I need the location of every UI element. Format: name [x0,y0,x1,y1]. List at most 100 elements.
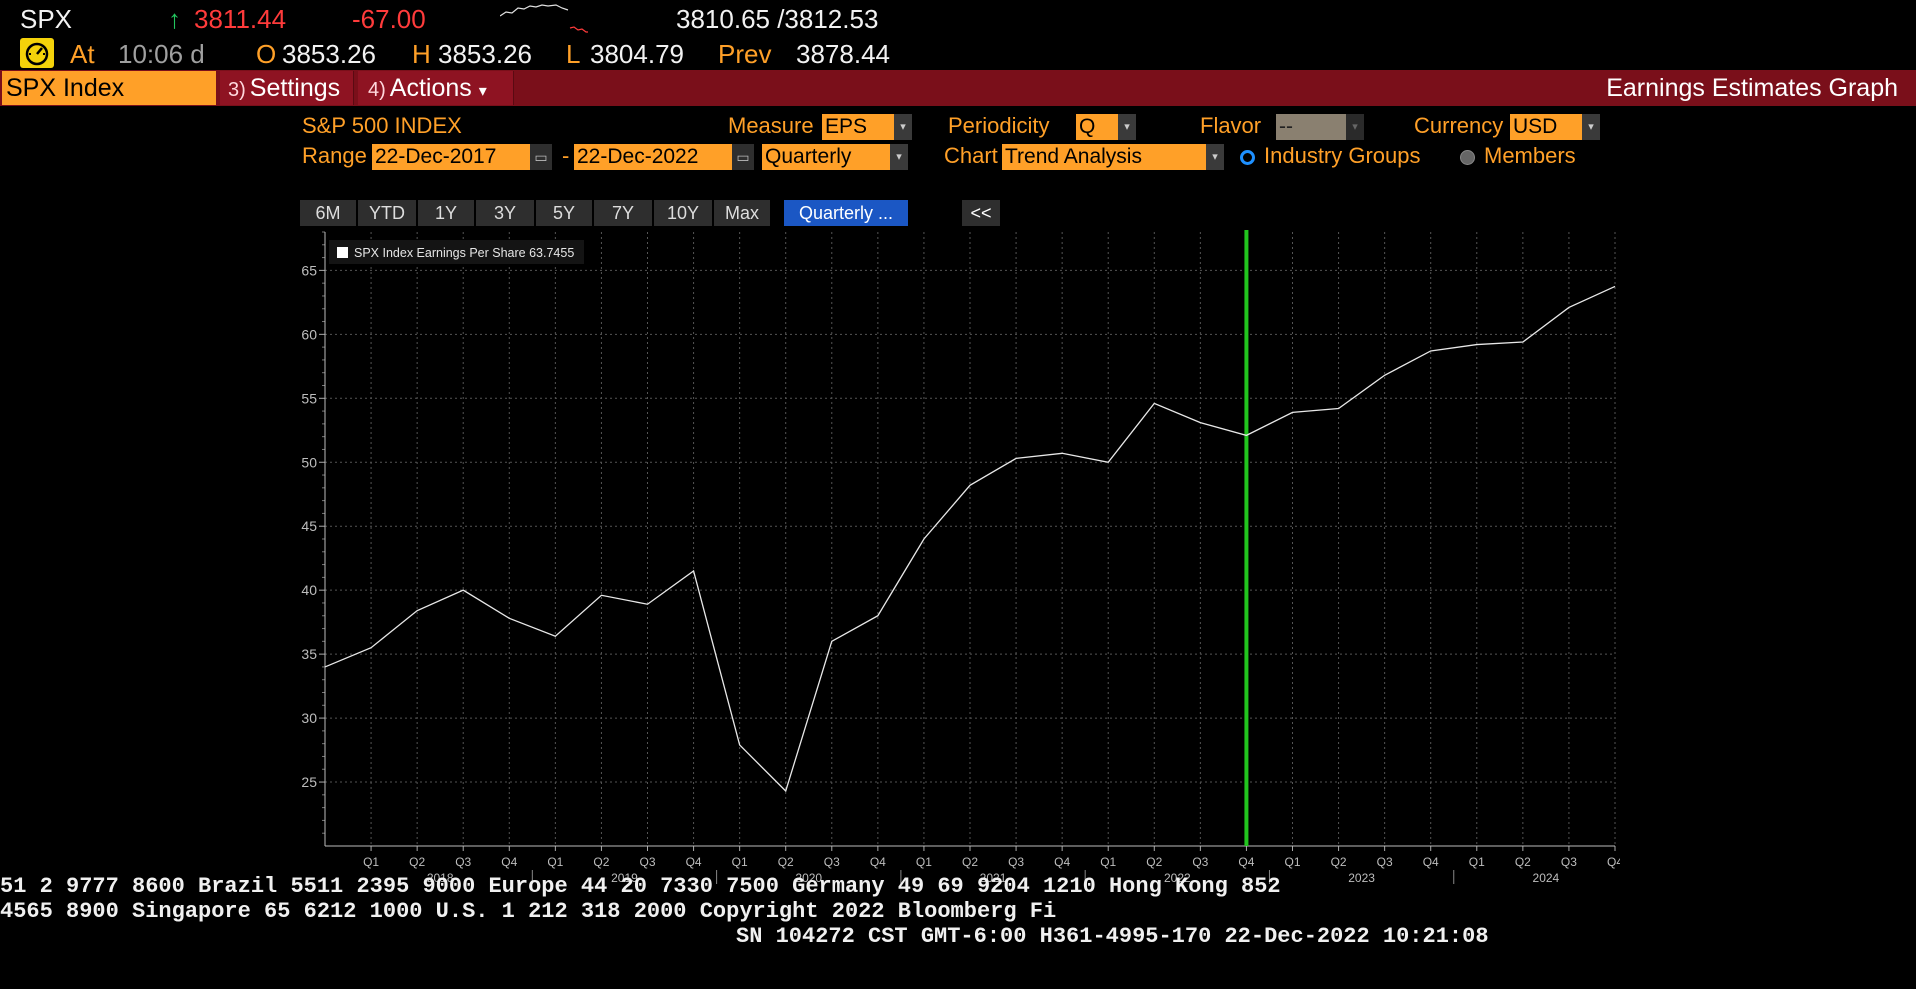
quarter-label: Q3 [1008,855,1024,869]
period-button-quarterly[interactable]: Quarterly ... [784,200,910,226]
net-change: -67.00 [352,4,426,34]
range-start-input[interactable]: 22-Dec-2017 [372,144,530,170]
collapse-button[interactable]: << [962,200,1000,226]
delayed-clock-icon [20,38,54,68]
members-radio[interactable] [1460,150,1475,165]
quarter-label: Q1 [1469,855,1485,869]
range-label: Range [302,143,367,168]
chevron-down-icon: ▾ [1346,114,1364,140]
measure-label: Measure [728,113,814,138]
year-label: 2024 [1533,871,1560,885]
chart-type-select[interactable]: Trend Analysis [1002,144,1206,170]
quote-time: 10:06 d [118,39,205,69]
quarter-label: Q1 [1100,855,1116,869]
range-end-input[interactable]: 22-Dec-2022 [574,144,732,170]
legend-label: SPX Index Earnings Per Share 63.7455 [354,246,574,260]
period-button-5y[interactable]: 5Y [536,200,594,226]
high-label: H [412,39,431,69]
quarter-label: Q3 [1561,855,1577,869]
chevron-down-icon[interactable]: ▾ [1118,114,1136,140]
quarter-label: Q2 [409,855,425,869]
settings-shortcut: 3) [228,79,246,101]
currency-select[interactable]: USD [1510,114,1582,140]
quarter-label: Q1 [732,855,748,869]
settings-label: Settings [249,74,341,102]
chart-type-label: Chart [944,143,998,168]
quarter-label: Q3 [455,855,471,869]
calendar-icon[interactable]: ▭ [732,144,754,170]
open-value: 3853.26 [282,39,376,69]
actions-button[interactable]: 4) Actions ▾ [358,71,514,105]
y-tick-label: 40 [301,582,317,598]
chevron-down-icon: ▾ [478,83,487,100]
period-button-3y[interactable]: 3Y [476,200,536,226]
up-arrow-icon: ↑ [168,4,181,34]
y-tick-label: 65 [301,262,317,278]
last-price: 3811.44 [194,4,287,34]
year-label: 2023 [1348,871,1375,885]
members-label[interactable]: Members [1484,142,1576,170]
bid-ask: 3810.65 /3812.53 [676,4,879,34]
legend: SPX Index Earnings Per Share 63.7455 [329,240,584,264]
quarter-label: Q1 [363,855,379,869]
sparkline-up-segment [500,4,569,17]
measure-select[interactable]: EPS [822,114,894,140]
currency-label: Currency [1414,113,1504,138]
actions-shortcut: 4) [368,79,386,101]
legend-swatch [337,247,348,258]
prev-value: 3878.44 [796,39,890,69]
industry-groups-radio[interactable] [1240,150,1255,165]
prev-label: Prev [718,39,772,69]
flavor-select: -- [1276,114,1346,140]
range-separator: - [562,143,570,168]
quarter-label: Q3 [639,855,655,869]
flavor-label: Flavor [1200,113,1262,138]
chevron-down-icon[interactable]: ▾ [1206,144,1224,170]
high-value: 3853.26 [438,39,532,69]
y-tick-label: 55 [301,390,317,406]
eps-line-chart: 25 30 35 40 45 50 55 60 65 Q1 Q2 Q3 Q4 Q1 Q2 Q3 Q4 Q1 Q2 Q3… [301,230,1620,885]
low-label: L [566,39,581,69]
chevron-down-icon[interactable]: ▾ [894,114,912,140]
quarter-label: Q2 [778,855,794,869]
y-tick-label: 30 [301,710,317,726]
security-name: S&P 500 INDEX [302,113,462,138]
session-info: SN 104272 CST GMT-6:00 H361-4995-170 22-… [736,924,1489,949]
function-title: Earnings Estimates Graph [1606,74,1898,102]
chevron-down-icon[interactable]: ▾ [1582,114,1600,140]
contact-tape-line-2: 4565 8900 Singapore 65 6212 1000 U.S. 1 … [0,899,1057,924]
period-button-6m[interactable]: 6M [300,200,358,226]
quarter-label: Q4 [1054,855,1070,869]
period-button-1y[interactable]: 1Y [418,200,476,226]
open-label: O [256,39,277,69]
quarter-label: Q4 [1423,855,1439,869]
settings-button[interactable]: 3) Settings [220,71,354,105]
y-tick-label: 35 [301,646,317,662]
quarter-label: Q3 [1377,855,1393,869]
quarter-label: Q2 [1146,855,1162,869]
period-button-10y[interactable]: 10Y [654,200,714,226]
quarter-label: Q2 [593,855,609,869]
quarter-label: Q4 [686,855,702,869]
at-label: At [70,39,95,69]
quarter-label: Q4 [1238,855,1254,869]
intraday-sparkline [500,4,588,33]
security-tab[interactable]: SPX Index [2,71,216,105]
quarter-label: Q2 [962,855,978,869]
y-tick-label: 25 [301,774,317,790]
quarter-label: Q4 [870,855,886,869]
industry-groups-label[interactable]: Industry Groups [1264,142,1421,170]
period-button-ytd[interactable]: YTD [358,200,418,226]
calendar-icon[interactable]: ▭ [530,144,552,170]
low-value: 3804.79 [590,39,684,69]
quarter-label: Q4 [501,855,517,869]
quarter-label: Q2 [1331,855,1347,869]
frequency-select[interactable]: Quarterly [762,144,890,170]
ticker-symbol[interactable]: SPX [20,4,72,34]
period-button-7y[interactable]: 7Y [594,200,654,226]
quarter-label: Q3 [1192,855,1208,869]
chevron-down-icon[interactable]: ▾ [890,144,908,170]
quarter-label: Q3 [824,855,840,869]
period-button-max[interactable]: Max [714,200,772,226]
sparkline-down-segment [569,26,588,33]
